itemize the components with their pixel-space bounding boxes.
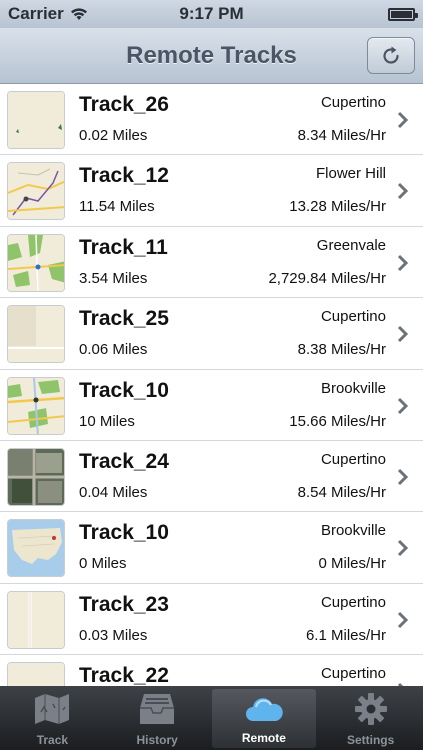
chevron-right-icon: [397, 468, 409, 486]
track-speed: 8.54 Miles/Hr: [297, 483, 386, 501]
map-thumbnail: [7, 162, 65, 221]
chevron-right-icon: [397, 540, 409, 557]
archive-icon: [140, 694, 175, 724]
track-name: Track_24: [79, 449, 169, 473]
track-distance: 3.54 Miles: [79, 269, 148, 287]
map-thumbnail: [7, 590, 65, 649]
track-speed: 15.66 Miles/Hr: [289, 412, 386, 430]
refresh-button[interactable]: [367, 37, 415, 74]
map-thumbnail: [7, 233, 65, 292]
map-thumbnail: [7, 376, 65, 435]
track-name: Track_25: [79, 307, 169, 331]
carrier-group: Carrier: [8, 4, 88, 24]
track-location: Cupertino: [320, 308, 386, 326]
track-distance: 0.06 Miles: [79, 341, 148, 359]
chevron-right-icon: [397, 183, 409, 200]
track-location: Brookville: [320, 379, 386, 397]
track-name: Track_23: [79, 592, 169, 616]
track-location: Cupertino: [320, 450, 386, 468]
track-location: Flower Hill: [315, 165, 386, 183]
track-row[interactable]: Track_10 Brookville 0 Miles 0 Miles/Hr: [0, 512, 423, 584]
track-distance: 0.02 Miles: [79, 127, 148, 144]
tab-history[interactable]: History: [105, 686, 210, 750]
map-icon: [35, 694, 70, 724]
track-row[interactable]: Track_26 Cupertino 0.02 Miles 8.34 Miles…: [0, 84, 423, 156]
track-location: Cupertino: [320, 593, 386, 611]
cloud-icon: [245, 698, 283, 721]
chevron-right-icon: [397, 111, 409, 129]
track-name: Track_11: [79, 235, 168, 259]
track-row[interactable]: Track_10 Brookville 10 Miles 15.66 Miles…: [0, 369, 423, 441]
navigation-bar: Remote Tracks: [0, 28, 423, 84]
track-name: Track_22: [79, 664, 169, 686]
track-location: Greenvale: [316, 236, 386, 254]
gear-icon: [354, 693, 387, 725]
map-thumbnail: [7, 91, 65, 149]
tab-label: Track: [36, 733, 69, 747]
track-name: Track_26: [79, 93, 169, 116]
track-location: Brookville: [320, 522, 386, 540]
tab-label: Remote: [241, 731, 286, 745]
map-thumbnail: [7, 662, 65, 686]
track-row[interactable]: Track_22 Cupertino: [0, 655, 423, 686]
battery-fill: [391, 10, 412, 18]
track-row[interactable]: Track_11 Greenvale 3.54 Miles 2,729.84 M…: [0, 226, 423, 299]
tab-settings[interactable]: Settings: [318, 686, 423, 750]
track-distance: 0.03 Miles: [79, 626, 148, 644]
track-row[interactable]: Track_23 Cupertino 0.03 Miles 6.1 Miles/…: [0, 583, 423, 656]
track-distance: 11.54 Miles: [79, 198, 155, 216]
carrier-label: Carrier: [8, 4, 64, 23]
track-name: Track_10: [79, 521, 169, 545]
track-speed: 0 Miles/Hr: [318, 555, 386, 573]
track-location: Cupertino: [320, 94, 386, 111]
track-speed: 8.38 Miles/Hr: [297, 341, 386, 359]
track-name: Track_12: [79, 164, 169, 188]
map-thumbnail: [7, 519, 65, 578]
chevron-right-icon: [397, 397, 409, 414]
track-distance: 0 Miles: [79, 555, 127, 573]
refresh-icon: [383, 46, 399, 64]
tab-label: Settings: [346, 733, 395, 747]
chevron-right-icon: [397, 326, 409, 343]
tab-track[interactable]: Track: [0, 686, 105, 750]
track-row[interactable]: Track_24 Cupertino 0.04 Miles 8.54 Miles…: [0, 440, 423, 513]
tab-label: History: [136, 733, 178, 747]
status-bar: Carrier 9:17 PM: [0, 0, 423, 28]
track-distance: 10 Miles: [79, 412, 135, 430]
tab-bar: Track History Remote Settings: [0, 686, 423, 750]
track-row[interactable]: Track_12 Flower Hill 11.54 Miles 13.28 M…: [0, 155, 423, 227]
track-speed: 6.1 Miles/Hr: [305, 626, 386, 644]
battery-icon: [388, 7, 418, 21]
tracks-list: Track_26 Cupertino 0.02 Miles 8.34 Miles…: [0, 84, 423, 686]
map-thumbnail: [7, 305, 65, 364]
map-thumbnail: [7, 447, 65, 506]
track-name: Track_10: [79, 378, 169, 402]
tab-remote[interactable]: Remote: [211, 689, 317, 748]
track-distance: 0.04 Miles: [79, 483, 148, 501]
track-location: Cupertino: [320, 665, 386, 683]
track-speed: 8.34 Miles/Hr: [297, 127, 386, 144]
track-speed: 2,729.84 Miles/Hr: [268, 269, 386, 287]
chevron-right-icon: [397, 254, 409, 271]
page-title: Remote Tracks: [126, 41, 297, 69]
track-row[interactable]: Track_25 Cupertino 0.06 Miles 8.38 Miles…: [0, 298, 423, 370]
track-speed: 13.28 Miles/Hr: [289, 198, 386, 216]
chevron-right-icon: [397, 611, 409, 628]
wifi-icon: [70, 8, 87, 20]
